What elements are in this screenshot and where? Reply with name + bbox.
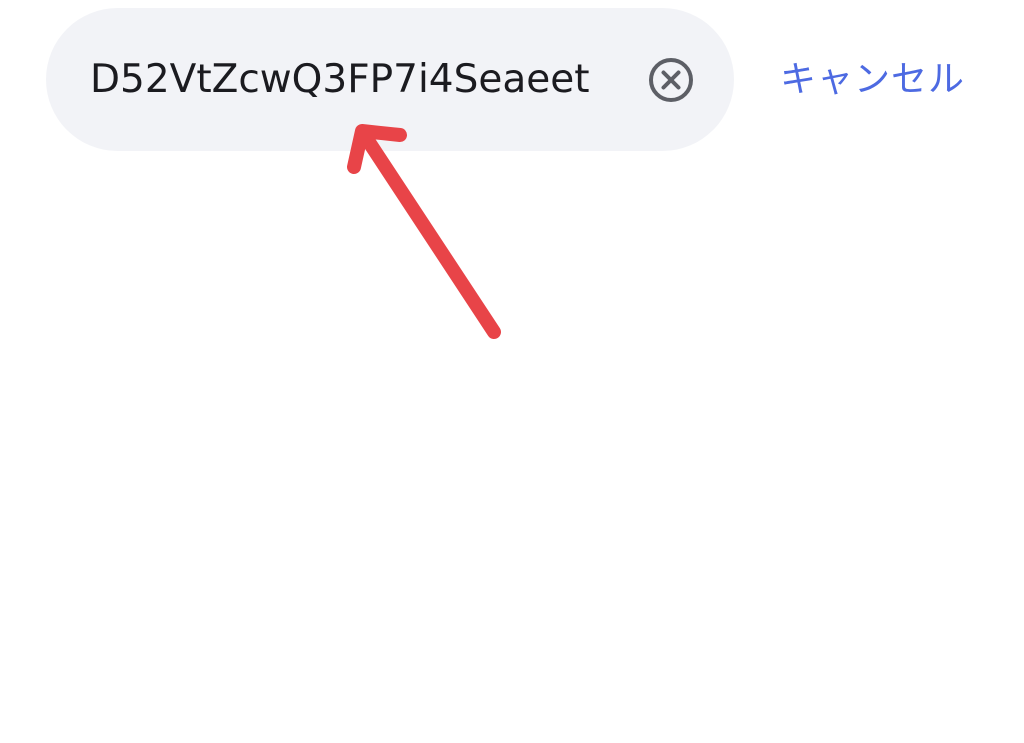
cancel-button[interactable]: キャンセル [780,52,965,108]
search-input[interactable]: D52VtZcwQ3FP7i4Seaeet [90,47,635,113]
search-screen: D52VtZcwQ3FP7i4Seaeet キャンセル [0,0,1024,743]
search-bar[interactable]: D52VtZcwQ3FP7i4Seaeet [46,8,734,151]
clear-search-button[interactable] [647,56,695,104]
close-circle-icon [649,58,693,102]
search-input-value[interactable]: D52VtZcwQ3FP7i4Seaeet [90,47,590,113]
